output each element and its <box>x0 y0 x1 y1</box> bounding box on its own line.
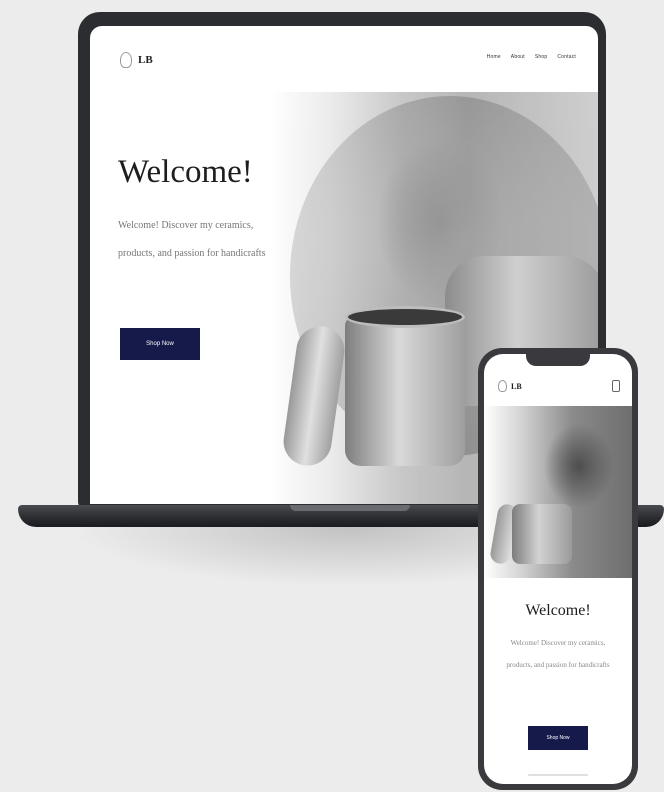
laptop-trackpad-notch <box>290 505 410 511</box>
hero-title: Welcome! <box>118 154 253 190</box>
logo-text: LB <box>511 381 522 391</box>
phone-notch <box>526 354 590 366</box>
ceramic-pot-rim <box>345 306 465 328</box>
phone-frame: LB Welcome! Welcome! Discover my ceramic… <box>478 348 638 790</box>
shop-now-button[interactable]: Shop Now <box>120 328 200 360</box>
logo-icon <box>120 52 132 68</box>
nav-link-contact[interactable]: Contact <box>557 54 576 60</box>
hero-text: Welcome! Discover my ceramics, products,… <box>118 220 266 259</box>
ceramic-pot-image <box>512 504 572 564</box>
main-nav: Home About Shop Contact <box>487 54 576 60</box>
nav-link-about[interactable]: About <box>511 54 525 60</box>
mobile-site-logo[interactable]: LB <box>498 380 522 392</box>
logo-icon <box>498 380 507 392</box>
nav-link-shop[interactable]: Shop <box>535 54 547 60</box>
mobile-website: LB Welcome! Welcome! Discover my ceramic… <box>484 354 632 784</box>
logo-text: LB <box>138 54 153 66</box>
ceramic-pot-image <box>345 316 465 466</box>
mobile-hero-title: Welcome! <box>525 602 591 619</box>
mobile-shop-now-button[interactable]: Shop Now <box>528 726 588 750</box>
nav-link-home[interactable]: Home <box>487 54 501 60</box>
home-indicator <box>528 774 588 776</box>
menu-icon[interactable] <box>612 380 620 392</box>
site-logo[interactable]: LB <box>120 52 153 68</box>
mobile-hero-text: Welcome! Discover my ceramics, products,… <box>506 639 610 669</box>
